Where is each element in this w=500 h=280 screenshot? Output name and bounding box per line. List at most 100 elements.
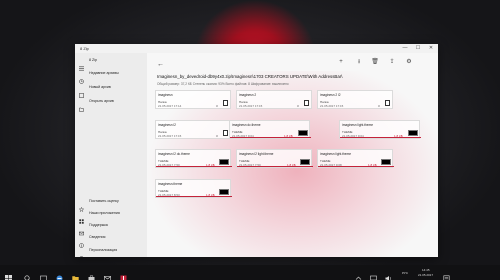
- sidebar-item-open[interactable]: Открыть архив: [75, 96, 147, 112]
- minimize-button[interactable]: —: [401, 45, 409, 51]
- file-name: imaginesn light.theme: [342, 123, 374, 127]
- item-count: 3: [216, 104, 218, 108]
- item-count: 3: [378, 104, 380, 108]
- palette-icon: [79, 248, 84, 257]
- taskbar: РУС 14:45 21.05.2017: [0, 265, 500, 280]
- sidebar-item-rate[interactable]: Поставить оценку: [75, 196, 147, 212]
- sidebar-item-label: Поставить оценку: [89, 199, 119, 203]
- network-icon[interactable]: [370, 269, 377, 280]
- sidebar-item-new[interactable]: Новый архив: [75, 82, 147, 98]
- mail-app-icon[interactable]: [104, 269, 112, 280]
- add-button[interactable]: +: [337, 59, 345, 66]
- sidebar-item-label: Открыть архив: [89, 99, 114, 103]
- task-view-icon[interactable]: [40, 269, 47, 280]
- hamburger-menu-icon: [79, 58, 84, 70]
- volume-icon[interactable]: [385, 269, 392, 280]
- sidebar-item-recent[interactable]: Недавние архивы: [75, 68, 147, 84]
- new-archive-icon: [79, 85, 84, 98]
- edge-browser-icon[interactable]: [56, 269, 63, 280]
- sidebar-item-app[interactable]: 8 Zip: [75, 55, 147, 70]
- file-name: imaginesn 2 l2: [320, 93, 341, 97]
- file-card[interactable]: imaginesn l2 dc.theme THEME 21.05.2017 7…: [155, 149, 232, 168]
- theme-preview-thumbnail: [219, 159, 229, 165]
- compression-bar: [230, 137, 311, 138]
- sidebar-item-label: Недавние архивы: [89, 71, 119, 75]
- theme-preview-thumbnail: [408, 130, 418, 136]
- window-title: 8 Zip: [80, 46, 89, 51]
- extract-button[interactable]: ⭳: [355, 59, 363, 66]
- item-count: 3: [297, 104, 299, 108]
- file-name: imaginesn l2: [158, 123, 176, 127]
- file-name: imaginesn l2 light.theme: [239, 152, 274, 156]
- file-card[interactable]: imaginesn l2 light.theme THEME 21.05.201…: [236, 149, 313, 168]
- sidebar-item-label: 8 Zip: [89, 58, 97, 62]
- file-date: 21.05.2017 17:15: [239, 104, 263, 108]
- file-explorer-icon[interactable]: [72, 269, 79, 280]
- sidebar-item-about[interactable]: Сведения: [75, 232, 147, 248]
- sidebar-item-personalization[interactable]: Персонализация: [75, 245, 147, 257]
- file-card[interactable]: imaginesn l2 Папка 21.05.2017 17:15 3: [155, 120, 231, 139]
- app-window: 8 Zip — ☐ ✕ 8 Zip Недавние архивы Новый …: [75, 44, 438, 257]
- action-center-icon[interactable]: [443, 269, 450, 280]
- info-icon: [79, 235, 84, 248]
- file-card[interactable]: imaginesn.theme THEME 21.05.2017 8:53 1,…: [155, 179, 232, 198]
- folder-icon: [223, 130, 228, 136]
- sidebar-item-label: Поддержка: [89, 223, 108, 227]
- main-content: ← + ⭳ 🗑 ⇪ ⚙ Imaginesn_by_devedroid-db9y4…: [147, 53, 438, 257]
- open-archive-icon: [79, 99, 84, 112]
- mail-icon: [79, 223, 84, 235]
- compression-bar: [156, 166, 232, 167]
- theme-preview-thumbnail: [300, 159, 310, 165]
- notification-area-icon[interactable]: [355, 269, 362, 280]
- settings-button[interactable]: ⚙: [405, 59, 413, 66]
- keyboard-language[interactable]: РУС: [402, 271, 408, 275]
- star-icon: [78, 199, 85, 212]
- theme-preview-thumbnail: [381, 159, 391, 165]
- file-card[interactable]: imaginesn 2 Папка 21.05.2017 17:15 3: [236, 90, 312, 109]
- search-icon[interactable]: [24, 269, 31, 280]
- compression-bar: [237, 166, 313, 167]
- file-card[interactable]: imaginesn Папка 21.05.2017 17:14 3: [155, 90, 231, 109]
- file-name: imaginesn.theme: [158, 182, 183, 186]
- archive-info: Общий размер: 37,2 КБ Степень сжатия: 93…: [157, 82, 289, 86]
- file-card[interactable]: imaginesn light.theme THEME 21.05.2017 9…: [339, 120, 421, 139]
- compression-bar: [318, 166, 394, 167]
- close-button[interactable]: ✕: [427, 45, 435, 51]
- compression-bar: [340, 137, 421, 138]
- zip-app-icon[interactable]: [120, 269, 127, 280]
- file-name: imaginesn dc.theme: [232, 123, 261, 127]
- file-name: imaginesn l2 dc.theme: [158, 152, 190, 156]
- clock-icon: [79, 71, 84, 84]
- delete-button[interactable]: 🗑: [371, 59, 379, 66]
- theme-preview-thumbnail: [219, 189, 229, 195]
- file-name: imaginesn: [158, 93, 173, 97]
- maximize-button[interactable]: ☐: [414, 45, 422, 51]
- item-count: 3: [216, 134, 218, 138]
- sidebar-item-label: Персонализация: [89, 248, 118, 252]
- sidebar-item-label: Новый архив: [89, 85, 111, 89]
- file-date: 21.05.2017 17:15: [158, 134, 182, 138]
- apps-grid-icon: [79, 211, 84, 224]
- clock-time[interactable]: 14:45: [422, 268, 430, 272]
- clock-date[interactable]: 21.05.2017: [418, 273, 433, 277]
- sidebar-item-apps[interactable]: Наши приложения: [75, 208, 147, 224]
- sidebar-item-label: Сведения: [89, 235, 106, 239]
- sidebar-item-support[interactable]: Поддержка: [75, 220, 147, 235]
- sidebar: 8 Zip Недавние архивы Новый архив Открыт…: [75, 53, 147, 257]
- file-card[interactable]: imaginesn dc.theme THEME 21.05.2017 9:04…: [229, 120, 311, 139]
- share-button[interactable]: ⇪: [388, 59, 396, 66]
- file-date: 21.05.2017 17:15: [320, 104, 344, 108]
- theme-preview-thumbnail: [298, 130, 308, 136]
- archive-path: Imaginesn_by_devedroid-db9y4x0.zip\Imagi…: [157, 74, 343, 79]
- folder-icon: [385, 100, 390, 106]
- store-icon[interactable]: [88, 269, 95, 280]
- compression-bar: [156, 196, 232, 197]
- sidebar-item-label: Наши приложения: [89, 211, 120, 215]
- file-card[interactable]: imaginesn light.theme THEME 21.05.2017 9…: [317, 149, 394, 168]
- title-bar[interactable]: 8 Zip — ☐ ✕: [75, 44, 438, 53]
- back-button[interactable]: ←: [157, 61, 164, 68]
- folder-icon: [223, 100, 228, 106]
- windows-start-icon[interactable]: [5, 269, 12, 280]
- file-card[interactable]: imaginesn 2 l2 Папка 21.05.2017 17:15 3: [317, 90, 393, 109]
- file-name: imaginesn 2: [239, 93, 257, 97]
